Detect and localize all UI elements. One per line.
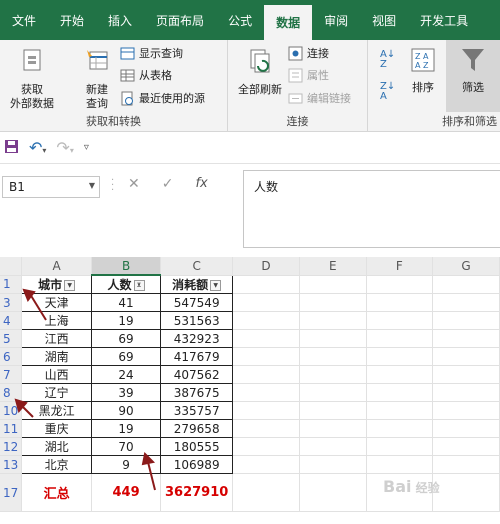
name-box[interactable]: B1 ▼ bbox=[2, 176, 100, 198]
tab-5[interactable]: 数据 bbox=[264, 5, 313, 40]
formula-dots-icon: · · · bbox=[111, 175, 115, 196]
group-label-connections: 连接 bbox=[286, 115, 309, 128]
ribbon-tab-bar: 文件 开始 插入 页面布局 公式 数据 审阅 视图 开发工具 bbox=[0, 0, 500, 40]
properties-label: 属性 bbox=[307, 69, 329, 82]
recent-sources-label: 最近使用的源 bbox=[139, 92, 205, 105]
arrow-row-9-hidden bbox=[14, 398, 34, 418]
show-query-button[interactable]: 显示查询 bbox=[120, 45, 183, 61]
from-table-button[interactable]: 从表格 bbox=[120, 67, 172, 83]
sort-za-icon: Z↓ A bbox=[380, 81, 396, 102]
quick-access-toolbar: ↶▾ ↷▾ ▿ bbox=[0, 132, 500, 164]
tab-3[interactable]: 页面布局 bbox=[144, 0, 216, 40]
group-sort-filter: A↓ Z Z↓ A Z A A Z 排序 筛选 排序和筛选 bbox=[368, 40, 500, 132]
refresh-icon bbox=[250, 49, 270, 73]
funnel-icon bbox=[462, 49, 484, 71]
tab-1[interactable]: 开始 bbox=[48, 0, 96, 40]
column-header-B[interactable]: B bbox=[91, 257, 162, 276]
tab-4[interactable]: 公式 bbox=[216, 0, 264, 40]
filter-button[interactable]: 筛选 bbox=[446, 40, 500, 112]
name-box-value: B1 bbox=[9, 180, 25, 194]
sort-dialog-icon: Z A A Z bbox=[411, 48, 435, 72]
svg-text:A Z: A Z bbox=[415, 61, 429, 70]
cancel-icon[interactable]: ✕ bbox=[128, 176, 140, 192]
new-query-icon bbox=[87, 50, 108, 70]
redo-icon[interactable]: ↷▾ bbox=[56, 138, 73, 157]
tab-0[interactable]: 文件 bbox=[0, 0, 48, 40]
recent-doc-icon bbox=[120, 91, 135, 106]
properties-icon bbox=[288, 68, 303, 83]
show-query-label: 显示查询 bbox=[139, 47, 183, 60]
column-header-A[interactable]: A bbox=[21, 257, 92, 276]
sort-az-icon: A↓ Z bbox=[380, 49, 396, 70]
sort-label: 排序 bbox=[412, 81, 434, 94]
watermark-logo: Bai 经验 bbox=[383, 477, 440, 496]
column-header-F[interactable]: F bbox=[366, 257, 434, 276]
get-external-data-label: 获取 外部数据 bbox=[10, 83, 54, 110]
edit-links-button[interactable]: 编辑链接 bbox=[288, 90, 351, 106]
tab-2[interactable]: 插入 bbox=[96, 0, 144, 40]
arrow-filtered-total bbox=[141, 451, 156, 491]
refresh-all-button[interactable]: 全部刷新 bbox=[234, 48, 286, 97]
column-header-C[interactable]: C bbox=[160, 257, 234, 276]
formula-value: 人数 bbox=[254, 180, 279, 194]
formula-bar-area: B1 ▼ · · · ✕ ✓ fx 人数 bbox=[0, 164, 500, 252]
group-connections: 全部刷新 连接 属性 编辑链接 连接 bbox=[228, 40, 368, 132]
sort-za-button[interactable]: Z↓ A bbox=[380, 82, 395, 102]
sort-button[interactable]: Z A A Z 排序 bbox=[406, 46, 440, 95]
column-header-E[interactable]: E bbox=[299, 257, 367, 276]
chevron-down-icon[interactable]: ▼ bbox=[89, 181, 95, 190]
group-label-sort-filter: 排序和筛选 bbox=[442, 115, 497, 128]
edit-links-label: 编辑链接 bbox=[307, 92, 351, 105]
tab-6[interactable]: 审阅 bbox=[312, 0, 360, 40]
refresh-all-label: 全部刷新 bbox=[238, 83, 282, 96]
sort-az-button[interactable]: A↓ Z bbox=[380, 50, 395, 70]
formula-input[interactable]: 人数 bbox=[243, 170, 500, 248]
new-query-label: 新建 查询 bbox=[86, 83, 108, 110]
recent-sources-button[interactable]: 最近使用的源 bbox=[120, 90, 205, 106]
connections-label: 连接 bbox=[307, 47, 329, 60]
arrow-row-2-hidden bbox=[22, 288, 47, 321]
properties-button[interactable]: 属性 bbox=[288, 67, 329, 83]
enter-icon[interactable]: ✓ bbox=[162, 176, 174, 192]
connection-icon bbox=[288, 46, 303, 61]
link-icon bbox=[288, 91, 303, 106]
select-all-corner[interactable] bbox=[0, 257, 23, 276]
from-table-label: 从表格 bbox=[139, 69, 172, 82]
customize-qat-icon[interactable]: ▿ bbox=[84, 142, 89, 153]
filter-label: 筛选 bbox=[462, 81, 484, 94]
tab-7[interactable]: 视图 bbox=[360, 0, 408, 40]
column-header-D[interactable]: D bbox=[232, 257, 300, 276]
column-header-G[interactable]: G bbox=[432, 257, 500, 276]
new-query-button[interactable]: 新建 查询 bbox=[74, 48, 120, 111]
formula-buttons: ✕ ✓ fx bbox=[128, 176, 208, 192]
connections-button[interactable]: 连接 bbox=[288, 45, 329, 61]
query-table-icon bbox=[120, 46, 135, 61]
group-get-transform: 获取 外部数据 新建 查询 显示查询 从表格 最近使用的源 获取和转换 bbox=[0, 40, 228, 132]
svg-text:Z A: Z A bbox=[415, 52, 429, 61]
table-grid-icon bbox=[120, 68, 135, 83]
tab-8[interactable]: 开发工具 bbox=[408, 0, 480, 40]
ribbon-data-panel: 获取 外部数据 新建 查询 显示查询 从表格 最近使用的源 获取和转换 全部刷新… bbox=[0, 40, 500, 132]
get-external-data-button[interactable]: 获取 外部数据 bbox=[4, 48, 60, 111]
insert-function-icon[interactable]: fx bbox=[195, 176, 207, 192]
group-label-get-transform: 获取和转换 bbox=[86, 115, 141, 128]
save-icon[interactable] bbox=[4, 139, 19, 157]
database-doc-icon bbox=[23, 49, 41, 71]
undo-icon[interactable]: ↶▾ bbox=[29, 138, 46, 157]
